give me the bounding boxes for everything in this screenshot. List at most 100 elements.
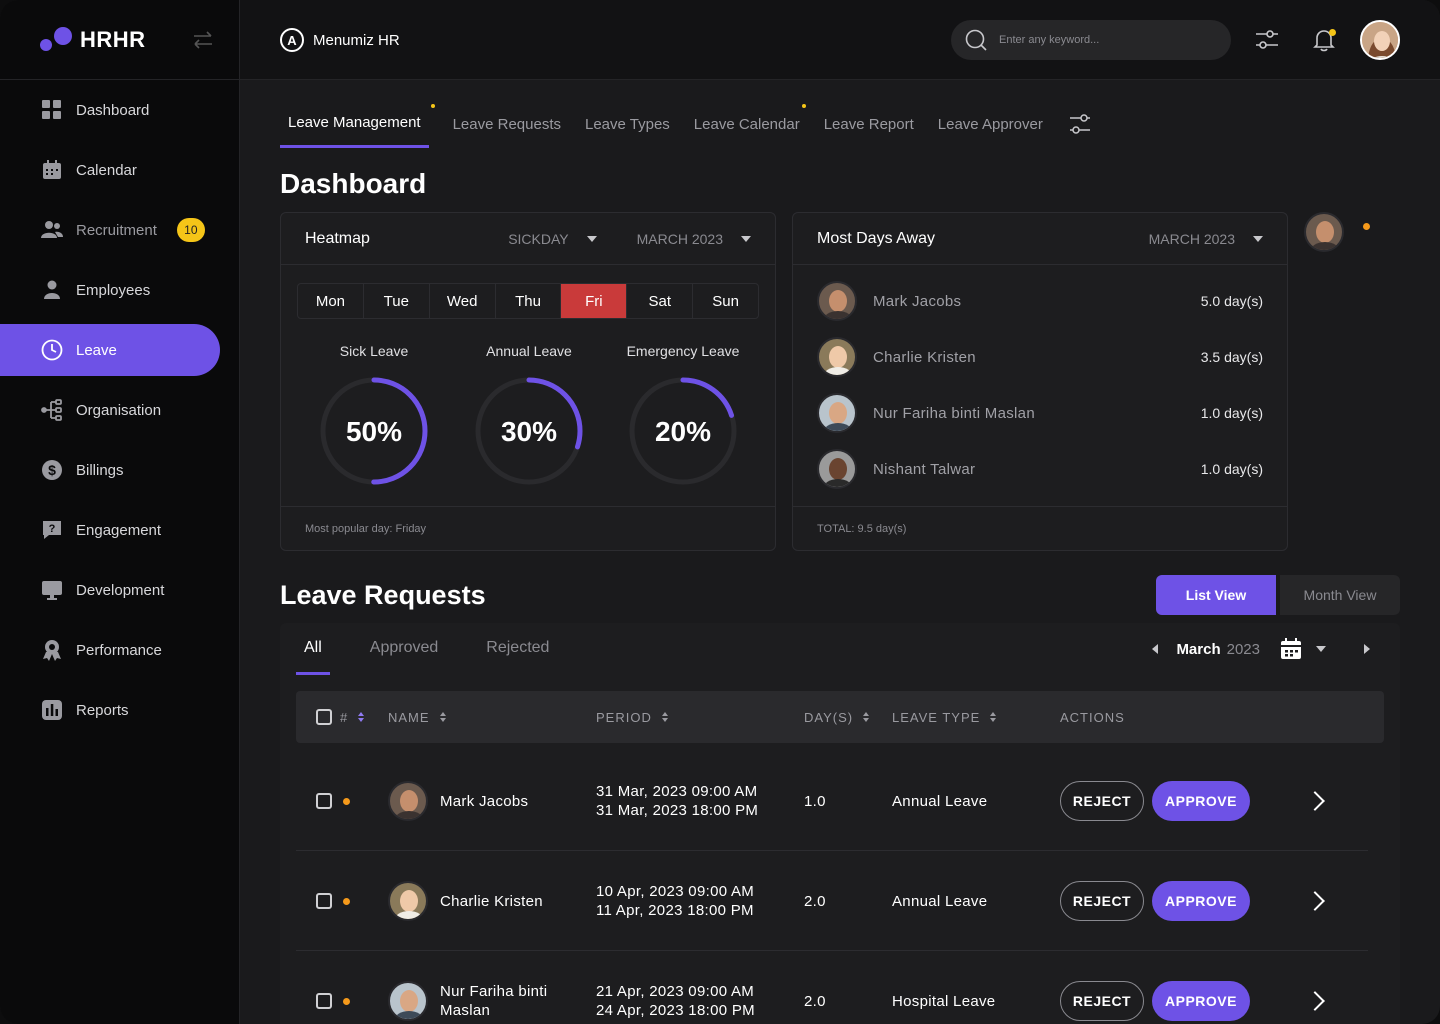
sidebar-item-calendar[interactable]: Calendar xyxy=(0,140,239,200)
column-label: ACTIONS xyxy=(1060,709,1125,725)
column-label: LEAVE TYPE xyxy=(892,709,981,725)
weekday-selector: Mon Tue Wed Thu Fri Sat Sun xyxy=(297,283,759,319)
approve-button[interactable]: APPROVE xyxy=(1152,781,1250,821)
donut-label: Emergency Leave xyxy=(626,343,740,359)
day-tue[interactable]: Tue xyxy=(364,284,430,318)
sidebar-item-employees[interactable]: Employees xyxy=(0,260,239,320)
tab-approved[interactable]: Approved xyxy=(362,639,447,675)
sort-icon xyxy=(439,712,446,722)
day-mon[interactable]: Mon xyxy=(298,284,364,318)
day-sat[interactable]: Sat xyxy=(627,284,694,318)
user-avatar[interactable] xyxy=(1360,20,1400,60)
sick-leave-donut: Sick Leave 50% xyxy=(304,343,444,487)
day-fri[interactable]: Fri xyxy=(561,284,628,318)
heatmap-month-select[interactable]: MARCH 2023 xyxy=(637,231,751,247)
row-checkbox[interactable] xyxy=(316,993,332,1009)
leave-type-select[interactable]: SICKDAY xyxy=(508,231,597,247)
day-sun[interactable]: Sun xyxy=(693,284,758,318)
next-month-icon[interactable] xyxy=(1364,644,1370,654)
tab-rejected[interactable]: Rejected xyxy=(478,639,557,675)
tab-leave-report[interactable]: Leave Report xyxy=(824,100,914,148)
most-days-away-header: Most Days Away MARCH 2023 xyxy=(793,213,1287,265)
employee-name: Charlie Kristen xyxy=(873,348,976,366)
sidebar-item-organisation[interactable]: Organisation xyxy=(0,380,239,440)
approve-button[interactable]: APPROVE xyxy=(1152,881,1250,921)
calendar-picker-icon[interactable] xyxy=(1280,638,1302,660)
select-all-header xyxy=(316,691,332,743)
collapse-sidebar-icon[interactable] xyxy=(192,30,214,50)
sidebar-item-recruitment[interactable]: Recruitment 10 xyxy=(0,200,239,260)
tab-label: Leave Management xyxy=(288,114,421,131)
period-start: 31 Mar, 2023 09:00 AM xyxy=(596,783,758,800)
list-view-button[interactable]: List View xyxy=(1156,575,1276,615)
avatar xyxy=(817,449,857,489)
tab-all[interactable]: All xyxy=(296,639,330,675)
sidebar-item-leave[interactable]: Leave xyxy=(0,324,220,376)
reject-button[interactable]: REJECT xyxy=(1060,981,1144,1021)
column-number[interactable]: # xyxy=(340,691,365,743)
sidebar-item-engagement[interactable]: ? Engagement xyxy=(0,500,239,560)
column-days[interactable]: DAY(S) xyxy=(804,691,870,743)
days-away-value: 1.0 day(s) xyxy=(1200,405,1263,421)
sidebar-item-label: Organisation xyxy=(76,401,162,419)
day-thu[interactable]: Thu xyxy=(496,284,562,318)
column-period[interactable]: PERIOD xyxy=(596,691,668,743)
avatar xyxy=(388,981,428,1021)
away-row: Nishant Talwar 1.0 day(s) xyxy=(817,449,1263,489)
column-label: NAME xyxy=(388,709,430,725)
search-input[interactable] xyxy=(999,34,1199,46)
sidebar-item-reports[interactable]: Reports xyxy=(0,680,239,740)
heatmap-card: Heatmap SICKDAY MARCH 2023 Mon Tue Wed T… xyxy=(280,212,776,551)
chevron-right-icon[interactable] xyxy=(1305,791,1325,811)
tab-settings-icon[interactable] xyxy=(1069,112,1093,136)
table-row: Nur Fariha binti Maslan 21 Apr, 2023 09:… xyxy=(296,951,1368,1024)
away-month-select[interactable]: MARCH 2023 xyxy=(1149,231,1263,247)
users-icon xyxy=(40,218,64,242)
tab-leave-calendar[interactable]: Leave Calendar xyxy=(694,100,806,148)
avatar[interactable] xyxy=(1304,212,1344,252)
previous-month-icon[interactable] xyxy=(1152,644,1159,654)
row-checkbox[interactable] xyxy=(316,893,332,909)
tab-leave-requests[interactable]: Leave Requests xyxy=(453,100,561,148)
most-days-away-footer: TOTAL: 9.5 day(s) xyxy=(793,506,1287,550)
most-days-away-title: Most Days Away xyxy=(817,229,935,247)
month-view-button[interactable]: Month View xyxy=(1280,575,1400,615)
monitor-icon xyxy=(40,578,64,602)
sidebar-item-label: Performance xyxy=(76,641,162,659)
company-switcher[interactable]: A Menumiz HR xyxy=(280,28,400,52)
sidebar-item-billings[interactable]: $ Billings xyxy=(0,440,239,500)
day-wed[interactable]: Wed xyxy=(430,284,496,318)
column-leave-type[interactable]: LEAVE TYPE xyxy=(892,691,997,743)
select-all-checkbox[interactable] xyxy=(316,709,332,725)
filter-settings-icon[interactable] xyxy=(1253,26,1281,54)
column-label: # xyxy=(340,709,349,725)
column-name[interactable]: NAME xyxy=(388,691,446,743)
approve-button[interactable]: APPROVE xyxy=(1152,981,1250,1021)
row-checkbox[interactable] xyxy=(316,793,332,809)
sidebar-item-dashboard[interactable]: Dashboard xyxy=(0,80,239,140)
row-status xyxy=(343,851,350,951)
reject-button[interactable]: REJECT xyxy=(1060,781,1144,821)
sidebar-nav: Dashboard Calendar Recruitment 10 Employ… xyxy=(0,80,239,740)
row-employee: Mark Jacobs xyxy=(388,751,528,851)
row-expand xyxy=(1305,851,1325,951)
chevron-down-icon[interactable] xyxy=(1316,646,1326,652)
sidebar-item-development[interactable]: Development xyxy=(0,560,239,620)
employee-name: Nur Fariha binti Maslan xyxy=(440,983,548,1019)
tab-leave-types[interactable]: Leave Types xyxy=(585,100,670,148)
employee-name: Mark Jacobs xyxy=(873,292,962,310)
dollar-icon: $ xyxy=(40,458,64,482)
tab-leave-approver[interactable]: Leave Approver xyxy=(938,100,1043,148)
tab-leave-management[interactable]: Leave Management xyxy=(280,100,435,148)
row-expand xyxy=(1305,751,1325,851)
chevron-right-icon[interactable] xyxy=(1305,891,1325,911)
notification-bell-icon[interactable] xyxy=(1310,26,1338,54)
sidebar-item-label: Reports xyxy=(76,701,129,719)
leave-requests-panel: All Approved Rejected March 2023 # NAME … xyxy=(280,623,1400,1024)
sidebar-item-performance[interactable]: Performance xyxy=(0,620,239,680)
chevron-right-icon[interactable] xyxy=(1305,991,1325,1011)
svg-text:$: $ xyxy=(48,462,56,478)
row-employee: Nur Fariha binti Maslan xyxy=(388,951,570,1024)
reject-button[interactable]: REJECT xyxy=(1060,881,1144,921)
sidebar-item-label: Calendar xyxy=(76,161,137,179)
